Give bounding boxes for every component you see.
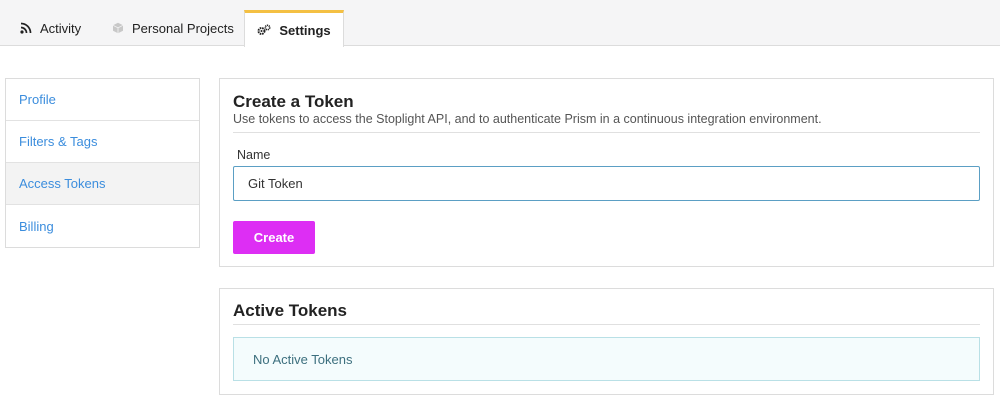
create-token-panel: Create a Token Use tokens to access the … <box>219 78 994 267</box>
top-tab-bar: Activity Personal Projects Settings <box>0 0 1000 47</box>
tab-personal-projects-label: Personal Projects <box>132 20 234 36</box>
tab-settings-label: Settings <box>279 22 331 38</box>
tab-settings[interactable]: Settings <box>244 10 344 47</box>
sidebar-item-access-tokens[interactable]: Access Tokens <box>6 163 199 205</box>
create-token-title: Create a Token <box>233 92 354 111</box>
rss-icon <box>20 22 32 34</box>
create-button[interactable]: Create <box>233 221 315 254</box>
no-tokens-message: No Active Tokens <box>233 337 980 381</box>
active-tokens-title: Active Tokens <box>233 301 348 320</box>
divider <box>233 132 980 133</box>
name-field-label: Name <box>237 148 271 162</box>
sidebar-item-billing[interactable]: Billing <box>6 205 199 247</box>
tab-personal-projects[interactable]: Personal Projects <box>112 10 234 46</box>
tab-activity-label: Activity <box>40 20 82 36</box>
active-tokens-panel: Active Tokens No Active Tokens <box>219 288 994 395</box>
sidebar-item-filters-tags[interactable]: Filters & Tags <box>6 121 199 163</box>
tab-activity[interactable]: Activity <box>20 10 81 46</box>
token-name-input[interactable] <box>233 166 980 201</box>
create-token-description: Use tokens to access the Stoplight API, … <box>233 112 822 126</box>
cube-icon <box>112 22 124 34</box>
settings-sidebar: Profile Filters & Tags Access Tokens Bil… <box>5 78 200 248</box>
sidebar-item-profile[interactable]: Profile <box>6 79 199 121</box>
gears-icon <box>257 24 271 35</box>
divider <box>233 324 980 325</box>
